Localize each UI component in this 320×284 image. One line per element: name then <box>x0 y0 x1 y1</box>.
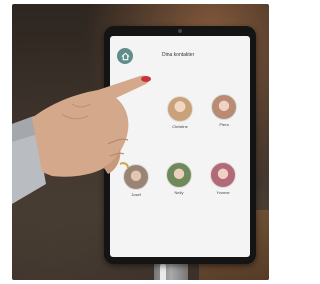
screen-title: Dina kontakter <box>162 52 195 58</box>
home-button[interactable] <box>117 48 133 64</box>
contact-name: Yvonne <box>216 190 230 195</box>
pointing-hand <box>12 75 151 204</box>
contact-name: Piera <box>219 122 229 127</box>
contact-avatar <box>211 94 237 120</box>
contact-tile[interactable]: Yvonne <box>205 162 241 195</box>
contact-avatar <box>210 162 236 188</box>
photo-background: Dina kontakter Christine Piera Josef Nel… <box>12 4 269 280</box>
charging-cable <box>160 264 166 280</box>
contact-tile[interactable]: Piera <box>206 94 242 127</box>
front-camera <box>178 29 182 33</box>
home-icon <box>121 52 129 60</box>
red-fingernail <box>141 76 151 82</box>
